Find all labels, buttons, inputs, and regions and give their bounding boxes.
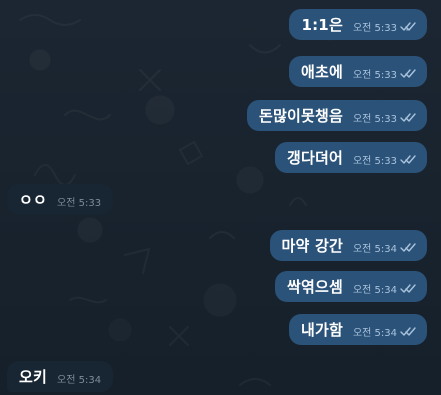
incoming-message[interactable]: ㅇㅇ 오전 5:33 [7,184,114,215]
message-time: 오전 5:33 [352,23,397,34]
message-meta: 오전 5:33 [353,152,417,167]
outgoing-message[interactable]: 내가함 오전 5:34 [288,314,427,345]
message-text: 돈많이못챙음 [258,107,343,125]
outgoing-message[interactable]: 애초에 오전 5:33 [288,56,427,87]
outgoing-message[interactable]: 갱다뎌어 오전 5:33 [274,142,427,173]
outgoing-message[interactable]: 마약 강간 오전 5:34 [269,230,427,261]
message-meta: 오전 5:33 [353,19,417,34]
message-time: 오전 5:33 [57,198,102,209]
outgoing-message[interactable]: 돈많이못챙음 오전 5:33 [246,100,427,131]
read-double-check-icon [400,154,416,164]
message-meta: 오전 5:34 [353,240,417,255]
message-time: 오전 5:33 [352,70,397,81]
message-time: 오전 5:34 [57,375,102,386]
message-text: 1:1은 [301,16,343,34]
message-time: 오전 5:33 [352,114,397,125]
outgoing-message[interactable]: 1:1은 오전 5:33 [289,9,427,40]
incoming-message[interactable]: 오키 오전 5:34 [7,361,114,392]
message-text: 싹엮으셈 [286,278,343,296]
read-double-check-icon [400,242,416,252]
message-meta: 오전 5:33 [353,66,417,81]
message-meta: 오전 5:33 [353,110,417,125]
message-time: 오전 5:34 [352,285,397,296]
message-meta: 오전 5:34 [57,371,101,386]
read-double-check-icon [400,283,416,293]
message-meta: 오전 5:34 [353,281,417,296]
message-text: 애초에 [300,63,343,81]
message-meta: 오전 5:33 [57,194,101,209]
message-time: 오전 5:33 [352,156,397,167]
message-time: 오전 5:34 [352,328,397,339]
message-time: 오전 5:34 [352,244,397,255]
outgoing-message[interactable]: 싹엮으셈 오전 5:34 [274,271,427,302]
read-double-check-icon [400,112,416,122]
read-double-check-icon [400,68,416,78]
message-text: 갱다뎌어 [286,149,343,167]
read-double-check-icon [400,21,416,31]
message-meta: 오전 5:34 [353,324,417,339]
read-double-check-icon [400,326,416,336]
message-text: 오키 [19,368,48,386]
message-text: 내가함 [300,321,343,339]
message-text: 마약 강간 [281,237,343,255]
chat-background: 1:1은 오전 5:33 애초에 오전 5:33 돈많이못챙음 오전 5:33 [0,0,441,395]
message-text: ㅇㅇ [19,191,48,209]
